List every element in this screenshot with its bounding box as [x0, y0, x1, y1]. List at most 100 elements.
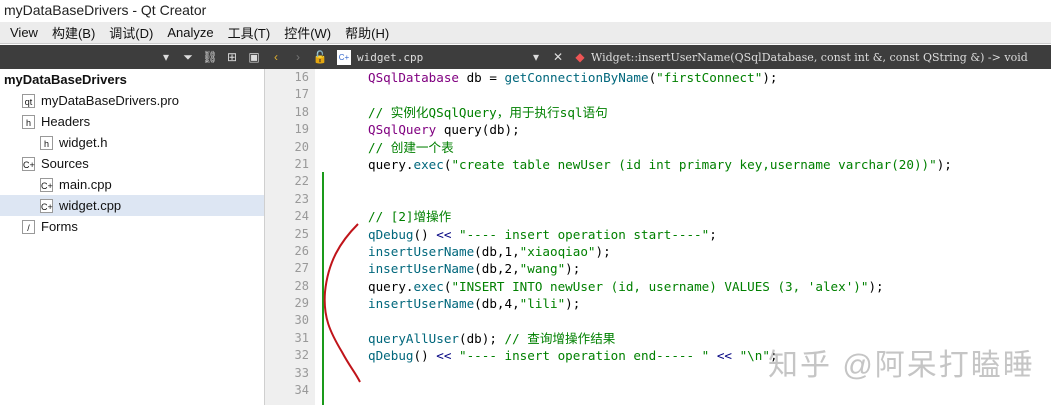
menu-debug[interactable]: 调试(D)	[109, 23, 153, 42]
menu-view[interactable]: View	[10, 25, 38, 40]
forms-icon: /	[22, 219, 35, 234]
code-token: qDebug	[368, 348, 414, 364]
code-token: qDebug	[368, 226, 414, 242]
menu-tools[interactable]: 工具(T)	[228, 23, 271, 42]
line-numbers: 16 17 18 19 20 21 22 23 24 25 26 27 28 29 30 31 32 33 34	[265, 69, 315, 405]
line-number: 22	[294, 174, 309, 189]
menu-widgets[interactable]: 控件(W)	[284, 23, 331, 42]
red-annotation-stroke	[323, 223, 361, 383]
close-file-icon[interactable]: ✕	[547, 50, 569, 64]
code-token: );	[936, 156, 952, 172]
function-select[interactable]: Widget::insertUserName(QSqlDatabase, con…	[591, 51, 1028, 64]
file-dropdown-icon[interactable]: ▾	[525, 50, 547, 64]
toolbar: ▾ ⏷ ⛓ ⊞ ▣ ‹ › 🔓 C+ widget.cpp ▾ ✕ ◆ Widg…	[0, 45, 1051, 69]
code-line: qDebug() << "---- insert operation start…	[368, 226, 952, 243]
pro-icon: qt	[22, 93, 35, 108]
code-token: (db,4,	[474, 296, 520, 312]
tree-item[interactable]: C+ main.cpp	[0, 174, 264, 195]
menu-help[interactable]: 帮助(H)	[345, 23, 389, 42]
code-token: <<	[436, 348, 452, 364]
code-line: query.exec("INSERT INTO newUser (id, use…	[368, 278, 952, 295]
code-token: (db,2,	[474, 261, 520, 277]
line-number: 31	[294, 330, 309, 345]
back-icon[interactable]: ‹	[265, 50, 287, 64]
line-number: 34	[294, 383, 309, 398]
tree-item[interactable]: / Forms	[0, 216, 264, 237]
tree-item-label: Sources	[41, 156, 89, 171]
cpp-icon: C+	[40, 177, 53, 192]
line-number: 18	[294, 104, 309, 119]
h-icon: h	[40, 135, 53, 150]
code-line: QSqlDatabase db = getConnectionByName("f…	[368, 69, 952, 86]
code-line: insertUserName(db,4,"lili");	[368, 295, 952, 312]
code-line: insertUserName(db,1,"xiaoqiao");	[368, 243, 952, 260]
lock-icon: 🔓	[312, 50, 328, 64]
line-number: 24	[294, 209, 309, 224]
code-token: ()	[413, 348, 437, 364]
code-token: "wang"	[519, 261, 566, 277]
dropdown-icon[interactable]: ▾	[155, 50, 177, 64]
code-token: "create table newUser (id int primary ke…	[451, 156, 937, 172]
window-title: myDataBaseDrivers - Qt Creator	[0, 0, 1051, 22]
code-token: (db,1,	[474, 243, 520, 259]
tree-item[interactable]: C+ Sources	[0, 153, 264, 174]
line-number: 16	[294, 70, 309, 84]
code-token: query.	[368, 278, 414, 294]
code-token: "---- insert operation start----"	[459, 226, 710, 242]
line-number: 19	[294, 122, 309, 137]
code-token: "firstConnect"	[656, 70, 763, 85]
code-token: ()	[413, 226, 437, 242]
code-line: // [2]增操作	[368, 208, 952, 225]
tree-item[interactable]: h Headers	[0, 111, 264, 132]
watermark: 知乎 @阿呆打瞌睡	[768, 349, 1035, 382]
line-number: 33	[294, 365, 309, 380]
line-number: 20	[294, 139, 309, 154]
tree-item-label: myDataBaseDrivers.pro	[41, 93, 179, 108]
line-number: 27	[294, 261, 309, 276]
tree-item[interactable]: qt myDataBaseDrivers.pro	[0, 90, 264, 111]
code-token: );	[565, 296, 581, 312]
code-token: QSqlQuery	[368, 122, 437, 138]
project-tree: myDataBaseDrivers qt myDataBaseDrivers.pro…	[0, 69, 265, 405]
line-number: 32	[294, 348, 309, 363]
tree-item-label: myDataBaseDrivers	[4, 72, 127, 87]
code-token: // 实例化QSqlQuery，用于执行sql语句	[368, 104, 608, 120]
open-file-select[interactable]: widget.cpp	[357, 51, 525, 64]
filter-icon[interactable]: ⏷	[177, 50, 199, 65]
close-sidebar-icon[interactable]: ▣	[243, 50, 265, 64]
code-token: exec	[413, 278, 444, 294]
code-token: db =	[459, 70, 505, 85]
code-line: // 实例化QSqlQuery，用于执行sql语句	[368, 104, 952, 121]
tree-item[interactable]: h widget.h	[0, 132, 264, 153]
code-token: "\n"	[739, 348, 770, 364]
link-icon[interactable]: ⛓	[199, 50, 221, 64]
tree-item-label: widget.h	[59, 135, 108, 150]
forward-icon[interactable]: ›	[287, 50, 309, 64]
line-number: 26	[294, 243, 309, 258]
menu-analyze[interactable]: Analyze	[167, 25, 213, 40]
code-token: // 查询增操作结果	[504, 330, 616, 346]
tree-item-label: main.cpp	[59, 177, 112, 192]
code-line: insertUserName(db,2,"wang");	[368, 260, 952, 277]
line-number: 25	[294, 226, 309, 241]
line-number: 17	[294, 87, 309, 102]
code-token: "lili"	[519, 296, 566, 312]
tree-item[interactable]: C+ widget.cpp	[0, 195, 264, 216]
code-token: "---- insert operation end----- "	[459, 348, 710, 364]
code-line: query.exec("create table newUser (id int…	[368, 156, 952, 173]
menu-build[interactable]: 构建(B)	[52, 23, 95, 42]
line-number: 21	[294, 156, 309, 171]
tree-item[interactable]: myDataBaseDrivers	[0, 69, 264, 90]
split-icon[interactable]: ⊞	[221, 50, 243, 64]
menu-bar: View 构建(B) 调试(D) Analyze 工具(T) 控件(W) 帮助(…	[0, 22, 1051, 44]
code-token: query.	[368, 156, 414, 172]
cpp-file-icon: C+	[337, 49, 351, 65]
code-token: // [2]增操作	[368, 209, 452, 225]
code-token: "INSERT INTO newUser (id, username) VALU…	[451, 278, 869, 294]
tree-item-label: widget.cpp	[59, 198, 122, 213]
code-token: );	[762, 70, 778, 85]
